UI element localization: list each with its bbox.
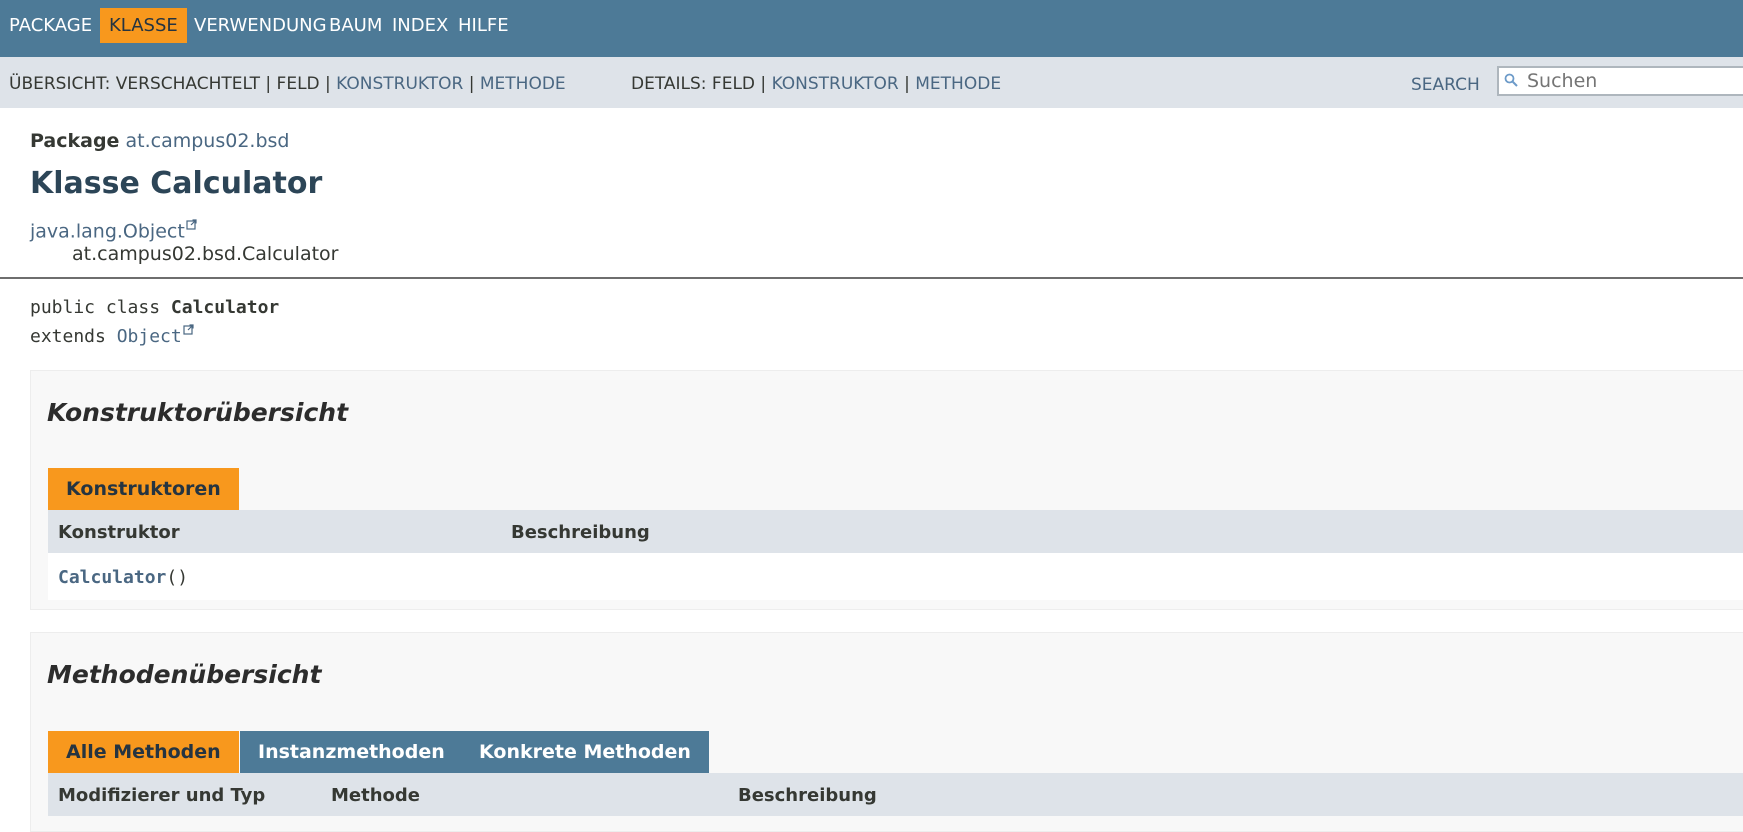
search-icon — [1504, 73, 1518, 87]
tab-instanzmethoden[interactable]: Instanzmethoden — [240, 731, 463, 773]
signature-class-name: Calculator — [170, 297, 280, 318]
constructor-link[interactable]: Calculator — [58, 567, 166, 588]
table-row: Calculator() — [48, 553, 1743, 600]
package-link[interactable]: at.campus02.bsd — [126, 130, 290, 152]
tab-alle-methoden[interactable]: Alle Methoden — [48, 731, 239, 773]
summary-nav: ÜBERSICHT: VERSCHACHTELT | FELD | KONSTR… — [9, 74, 566, 94]
constructor-params: () — [166, 567, 189, 588]
signature-prefix: public class — [30, 297, 171, 318]
search-input[interactable] — [1527, 68, 1743, 94]
constructor-signature: Calculator() — [58, 567, 188, 588]
class-signature: public class Calculator extends Object — [30, 293, 279, 351]
nav-hilfe[interactable]: HILFE — [449, 8, 518, 43]
method-summary-section: Methodenübersicht Alle Methoden Instanzm… — [30, 632, 1743, 832]
summary-prefix: ÜBERSICHT: VERSCHACHTELT | FELD | — [9, 74, 337, 94]
constructor-summary-section: Konstruktorübersicht Konstruktoren Konst… — [30, 370, 1743, 610]
nav-package[interactable]: PACKAGE — [0, 8, 101, 43]
inheritance-parent: java.lang.Object — [30, 219, 197, 242]
column-modifizierer-und-typ: Modifizierer und Typ — [58, 785, 266, 806]
column-beschreibung: Beschreibung — [738, 785, 877, 806]
inheritance-child: at.campus02.bsd.Calculator — [72, 243, 339, 265]
details-methode-link[interactable]: METHODE — [915, 74, 1001, 94]
constructor-summary-title: Konstruktorübersicht — [47, 398, 349, 427]
column-methode: Methode — [331, 785, 420, 806]
summary-methode-link[interactable]: METHODE — [480, 74, 566, 94]
nav-klasse[interactable]: KLASSE — [100, 8, 187, 43]
column-beschreibung: Beschreibung — [511, 522, 650, 543]
search-box[interactable] — [1497, 66, 1743, 96]
summary-separator: | — [463, 74, 480, 94]
summary-konstruktor-link[interactable]: KONSTRUKTOR — [336, 74, 463, 94]
search-label: SEARCH — [1411, 75, 1480, 95]
details-prefix: DETAILS: FELD | — [631, 74, 772, 94]
nav-baum[interactable]: BAUM — [320, 8, 391, 43]
nav-index[interactable]: INDEX — [383, 8, 457, 43]
sub-navbar: ÜBERSICHT: VERSCHACHTELT | FELD | KONSTR… — [0, 57, 1743, 108]
details-konstruktor-link[interactable]: KONSTRUKTOR — [772, 74, 899, 94]
package-line: Package at.campus02.bsd — [30, 130, 289, 152]
page-title: Klasse Calculator — [30, 166, 323, 201]
constructor-table-header: Konstruktor Beschreibung — [48, 510, 1743, 553]
details-nav: DETAILS: FELD | KONSTRUKTOR | METHODE — [631, 74, 1001, 94]
top-navbar: PACKAGE KLASSE VERWENDUNG BAUM INDEX HIL… — [0, 0, 1743, 57]
package-label: Package — [30, 130, 120, 152]
tab-konkrete-methoden[interactable]: Konkrete Methoden — [461, 731, 709, 773]
external-link-icon — [183, 324, 194, 335]
details-separator: | — [898, 74, 916, 94]
column-konstruktor: Konstruktor — [58, 522, 180, 543]
tab-konstruktoren[interactable]: Konstruktoren — [48, 468, 239, 510]
external-link-icon — [186, 219, 197, 230]
signature-line-2: extends Object — [30, 322, 279, 351]
method-summary-title: Methodenübersicht — [47, 660, 322, 689]
method-table-header: Modifizierer und Typ Methode Beschreibun… — [48, 773, 1743, 816]
signature-line-1: public class Calculator — [30, 293, 279, 322]
super-class-link[interactable]: Object — [117, 326, 182, 347]
signature-extends: extends — [30, 326, 117, 347]
nav-verwendung[interactable]: VERWENDUNG — [185, 8, 336, 43]
divider — [0, 277, 1743, 279]
parent-class-link[interactable]: java.lang.Object — [30, 220, 185, 242]
